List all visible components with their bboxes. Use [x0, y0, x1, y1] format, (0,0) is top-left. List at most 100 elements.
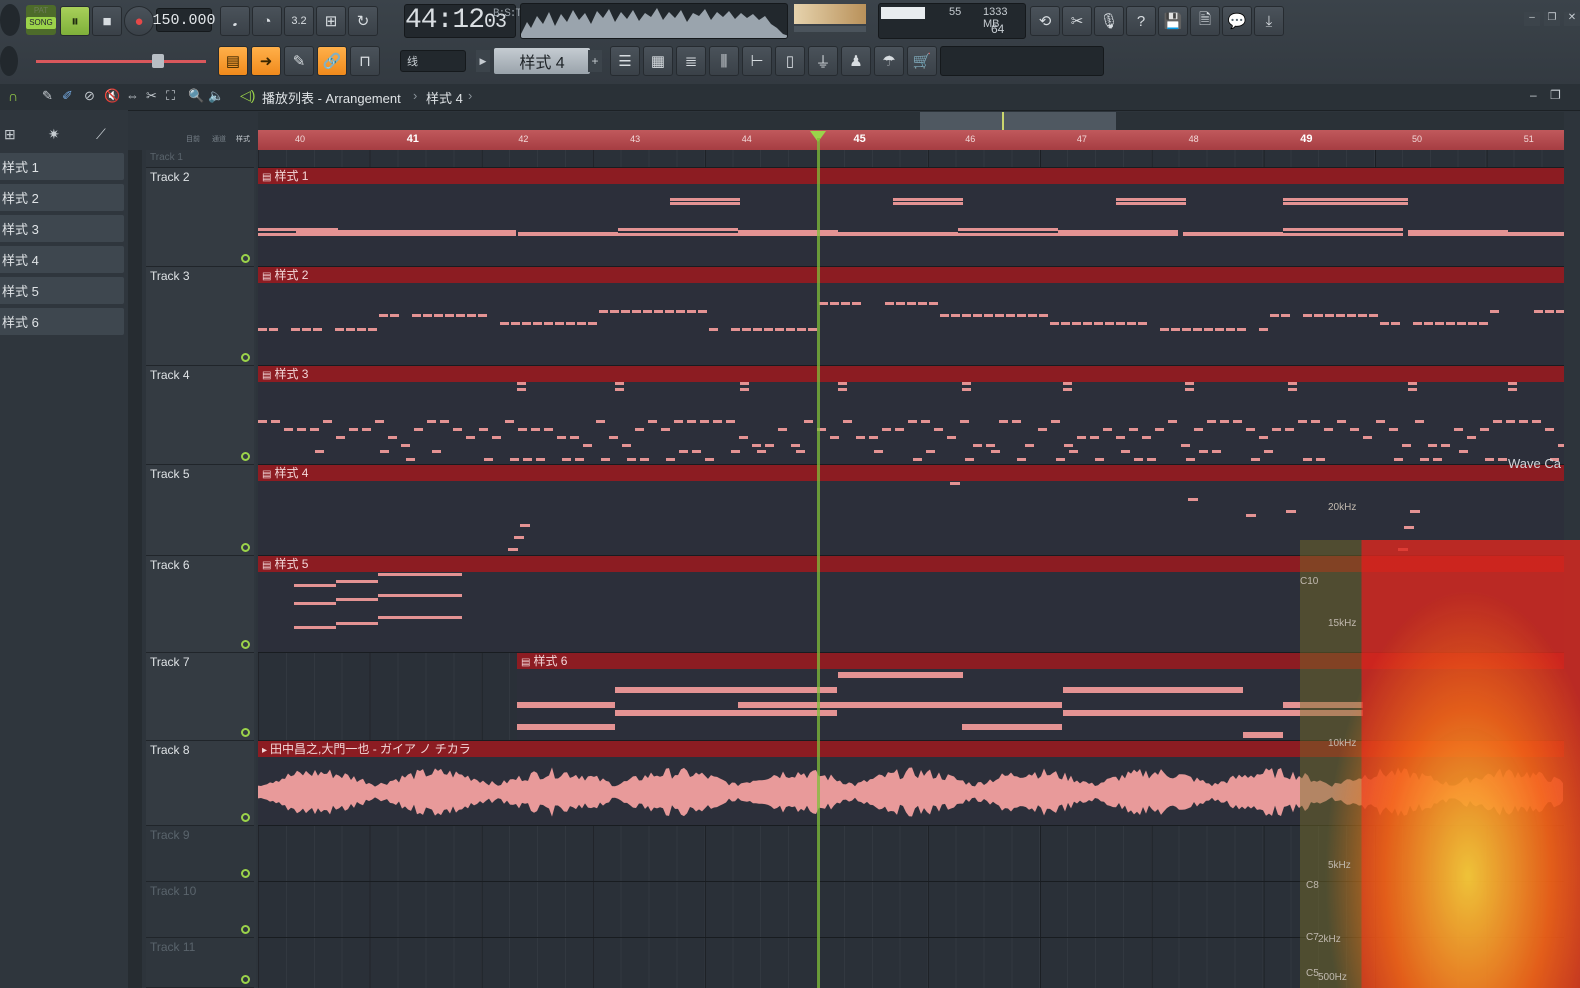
playlist-overview[interactable]	[258, 112, 1564, 130]
clip-menu-icon[interactable]: ▤	[262, 271, 271, 282]
playlist-icon[interactable]: ☰	[610, 46, 640, 76]
track-header[interactable]: Track 9	[146, 826, 254, 882]
shop-icon[interactable]: 🛒	[907, 46, 937, 76]
metronome-icon[interactable]: 𝅘	[220, 6, 250, 36]
tempo-display[interactable]: 150.000	[153, 8, 216, 32]
clip-header[interactable]: ▤ 样式 1	[258, 168, 1564, 184]
master-volume-knob[interactable]	[0, 4, 20, 36]
play-pause-button[interactable]: ⏸	[60, 6, 90, 36]
delete-tool-icon[interactable]: ⊘	[84, 88, 95, 104]
wait-for-input-icon[interactable]: ◔	[252, 6, 282, 36]
undo-icon[interactable]: ⟲	[1030, 6, 1060, 36]
breadcrumb-pattern[interactable]: 样式 4	[426, 88, 463, 107]
slider-handle[interactable]	[152, 54, 164, 68]
track-enable-toggle[interactable]	[241, 975, 250, 984]
picker-item[interactable]: 样式 5	[0, 277, 124, 304]
restore-icon[interactable]: ❐	[1544, 12, 1560, 26]
touch-controller-icon[interactable]: ♟	[841, 46, 871, 76]
select-tool-icon[interactable]: ⛶	[166, 88, 175, 104]
link-icon[interactable]: 🔗	[317, 46, 347, 76]
track-header[interactable]: Track 2	[146, 168, 254, 267]
step-edit-icon[interactable]: ⊞	[316, 6, 346, 36]
magnet-icon[interactable]: ∩	[8, 88, 18, 104]
countdown-icon[interactable]: 3.2	[284, 6, 314, 36]
track-header[interactable]: Track 3	[146, 267, 254, 366]
arrow-icon[interactable]: ➜	[251, 46, 281, 76]
mute-tool-icon[interactable]: 🔇	[104, 88, 120, 104]
pencil-icon[interactable]: ✎	[284, 46, 314, 76]
pat-song-toggle[interactable]: PAT SONG	[26, 5, 56, 35]
automation-icon[interactable]: ⟋	[96, 126, 106, 143]
track-enable-toggle[interactable]	[241, 640, 250, 649]
track-enable-toggle[interactable]	[241, 813, 250, 822]
track-header[interactable]: Track 6	[146, 556, 254, 653]
window-maximize-icon[interactable]: ❐	[1550, 88, 1561, 102]
track-enable-toggle[interactable]	[241, 925, 250, 934]
cut-tools-icon[interactable]: ✂	[1062, 6, 1092, 36]
paint-tool-icon[interactable]: ✐	[62, 88, 73, 104]
clip-menu-icon[interactable]: ▤	[262, 370, 271, 381]
timeline-ruler[interactable]: 40 41 42 43 44 45 46 47 48 49 50 51	[258, 130, 1564, 150]
pencil-tool-icon[interactable]: ✎	[42, 88, 53, 104]
clip-header[interactable]: ▤ 样式 2	[258, 267, 1564, 283]
track-header[interactable]: Track 11	[146, 938, 254, 988]
plugin-icon[interactable]: ⏚	[808, 46, 838, 76]
track-header[interactable]: Track 1	[146, 150, 254, 168]
snap-select[interactable]: 线	[400, 50, 466, 72]
master-volume-slider[interactable]	[36, 60, 206, 63]
playback-tool-icon[interactable]: 🔈	[208, 88, 224, 104]
pitch-knob[interactable]	[0, 46, 18, 76]
loop-record-icon[interactable]: ↻	[348, 6, 378, 36]
minimize-icon[interactable]: –	[1524, 12, 1540, 26]
track-enable-toggle[interactable]	[241, 353, 250, 362]
picker-scrollbar[interactable]	[128, 150, 142, 988]
help-icon[interactable]: ?	[1126, 6, 1156, 36]
picker-item[interactable]: 样式 3	[0, 215, 124, 242]
picker-item[interactable]: 样式 2	[0, 184, 124, 211]
pattern-selector[interactable]: 样式 4	[494, 48, 590, 74]
clip-header[interactable]: ▤ 样式 3	[258, 366, 1564, 382]
track-header[interactable]: Track 5	[146, 465, 254, 556]
project-icon[interactable]: ▯	[775, 46, 805, 76]
track-enable-toggle[interactable]	[241, 728, 250, 737]
waveform-monitor[interactable]	[520, 3, 788, 39]
piano-roll-window-icon[interactable]: ▦	[643, 46, 673, 76]
pattern-prev-icon[interactable]: ▶	[476, 50, 490, 72]
picker-item[interactable]: 样式 4	[0, 246, 124, 273]
clip-menu-icon[interactable]: ▸	[262, 745, 267, 756]
slip-tool-icon[interactable]: ⇔	[126, 88, 139, 103]
add-pattern-button[interactable]: +	[588, 50, 602, 72]
track-header[interactable]: Track 4	[146, 366, 254, 465]
master-pitch-slider[interactable]	[794, 26, 866, 32]
snap-icon[interactable]: ⊓	[350, 46, 380, 76]
track-header[interactable]: Track 7	[146, 653, 254, 741]
clip-menu-icon[interactable]: ▤	[262, 469, 271, 480]
channel-rack-icon[interactable]: ≣	[676, 46, 706, 76]
picker-item[interactable]: 样式 6	[0, 308, 124, 335]
window-minimize-icon[interactable]: –	[1530, 88, 1537, 102]
stop-button[interactable]: ■	[92, 6, 122, 36]
overview-viewport[interactable]	[920, 112, 1116, 130]
track-enable-toggle[interactable]	[241, 254, 250, 263]
chat-icon[interactable]: 💬	[1222, 6, 1252, 36]
track-enable-toggle[interactable]	[241, 543, 250, 552]
slice-tool-icon[interactable]: ✂	[146, 88, 157, 104]
clip-menu-icon[interactable]: ▤	[521, 657, 530, 668]
save-icon[interactable]: 💾	[1158, 6, 1188, 36]
picker-tab-pattern[interactable]: 样式	[236, 134, 250, 144]
zoom-tool-icon[interactable]: 🔍	[188, 88, 204, 104]
piano-keys-icon[interactable]: ⊞	[4, 126, 16, 143]
picker-tab-channel[interactable]: 通道	[212, 134, 226, 144]
download-icon[interactable]: ⤓	[1254, 6, 1284, 36]
track-header[interactable]: Track 8	[146, 741, 254, 826]
picker-tab-current[interactable]: 目前	[186, 134, 200, 144]
edison-icon[interactable]: ☂	[874, 46, 904, 76]
close-icon[interactable]: ✕	[1564, 12, 1580, 26]
clip-menu-icon[interactable]: ▤	[262, 172, 271, 183]
picker-item[interactable]: 样式 1	[0, 153, 124, 180]
clip-header[interactable]: ▤ 样式 4	[258, 465, 1564, 481]
speaker-icon[interactable]: ◁)	[240, 87, 255, 104]
track-enable-toggle[interactable]	[241, 869, 250, 878]
track-enable-toggle[interactable]	[241, 452, 250, 461]
clip-menu-icon[interactable]: ▤	[262, 560, 271, 571]
